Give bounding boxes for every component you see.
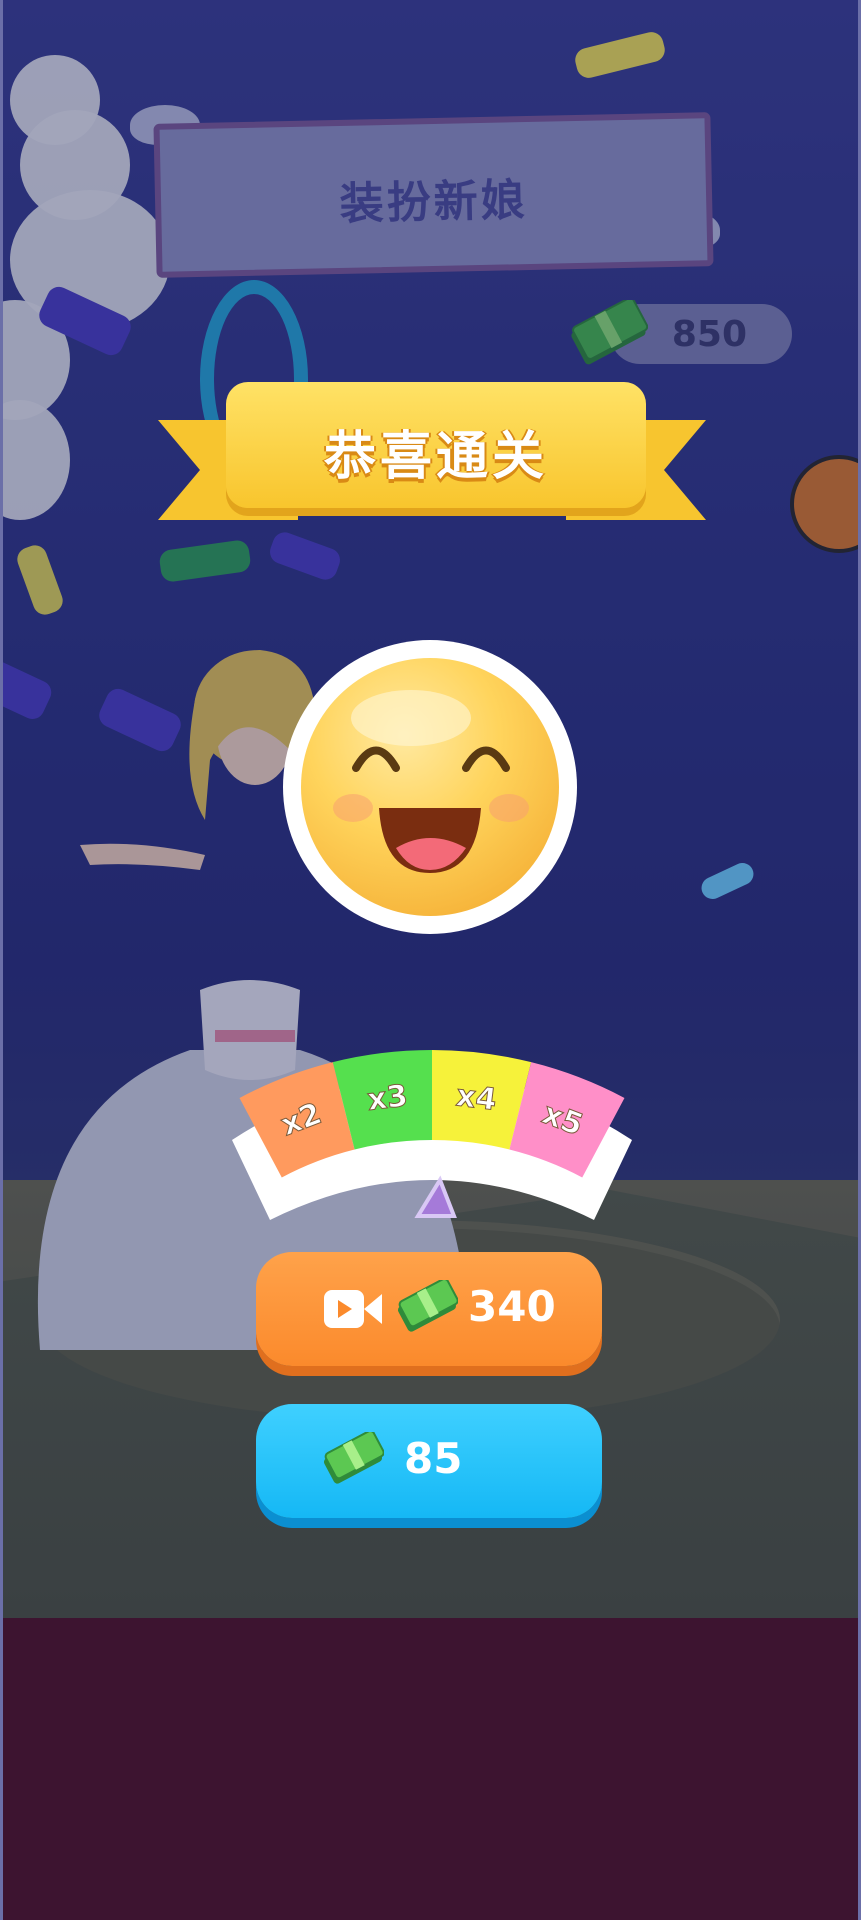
banner-text: 恭喜通关 [323,427,548,487]
cash-icon [323,1432,384,1484]
multiplier-gauge: x2 x3 x4 x5 [232,1050,632,1220]
frame-edge-left [0,0,3,1920]
claim-amount: 85 [404,1434,463,1483]
ad-banner-area [0,1618,861,1920]
watch-video-reward-button[interactable]: 340 [256,1252,602,1366]
gauge-pointer-icon [414,1175,457,1218]
cash-icon [397,1280,458,1332]
level-complete-banner: 恭喜通关 [158,382,706,552]
video-reward-amount: 340 [468,1282,556,1331]
smiley-features [333,690,529,873]
gauge-label-x4: x4 [454,1078,498,1118]
ribbon-body: 恭喜通关 [226,382,646,508]
smiley-face-icon [301,658,559,916]
video-camera-icon [324,1290,382,1328]
happy-emoji [283,640,577,934]
claim-reward-button[interactable]: 85 [256,1404,602,1518]
gauge-label-x3: x3 [365,1078,409,1118]
